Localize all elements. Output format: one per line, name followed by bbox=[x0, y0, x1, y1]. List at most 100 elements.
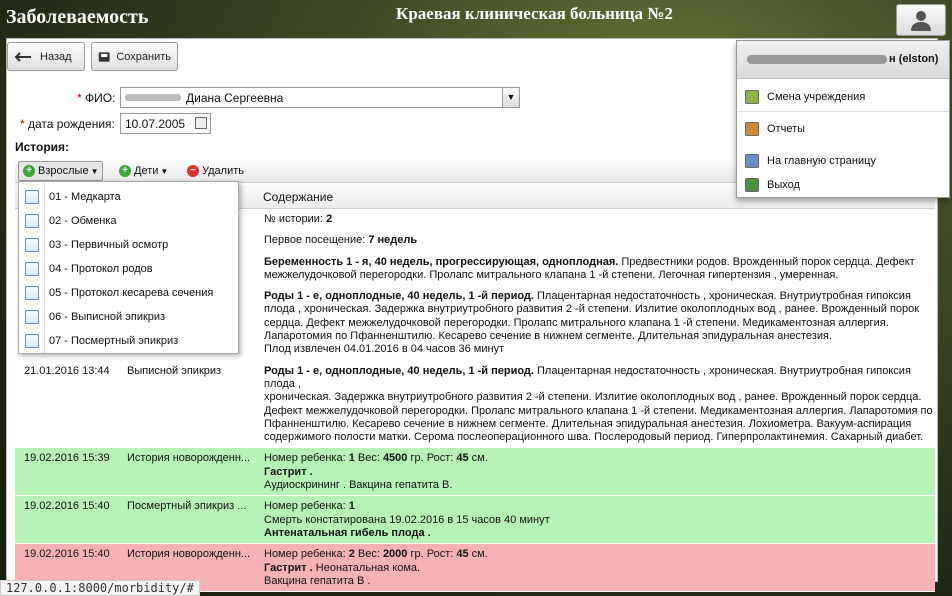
birth-date-field[interactable]: 10.07.2005 bbox=[120, 113, 211, 134]
content-text: см. bbox=[468, 452, 488, 465]
content-text: гр. Рост: bbox=[407, 452, 457, 465]
content-line: Дефект межжелудочковой перегородки. Прол… bbox=[264, 405, 939, 418]
report-icon bbox=[745, 122, 759, 136]
user-menu-item[interactable]: Выход bbox=[737, 174, 949, 196]
content-text: межжелудочковой перегородки. Пролапс мит… bbox=[264, 268, 839, 281]
content-bold-text: Гастрит . bbox=[264, 561, 313, 574]
row-content: Номер ребенка: 2 Вес: 2000 гр. Рост: 45 … bbox=[264, 548, 939, 588]
fio-value: Диана Сергеевна bbox=[186, 90, 284, 105]
remove-icon: − bbox=[187, 165, 199, 177]
save-button[interactable]: Сохранить bbox=[91, 42, 178, 71]
row-date: 21.01.2016 13:44 bbox=[24, 364, 110, 377]
caret-down-icon: ▼ bbox=[160, 166, 169, 176]
dropdown-item[interactable]: 07 - Посмертный эпикриз bbox=[19, 329, 238, 353]
content-line: Аудиоскрининг . Вакцина гепатита В. bbox=[264, 479, 939, 492]
content-bold-text: 1 bbox=[348, 500, 355, 513]
building-icon bbox=[745, 90, 759, 104]
content-bold-text: Роды 1 - е, одноплодные, 40 недель, 1 -й… bbox=[264, 364, 534, 377]
content-bold-text: 7 недель bbox=[368, 234, 418, 247]
content-bold-text: 45 bbox=[456, 452, 469, 465]
content-line: Вакцина гепатита В . bbox=[264, 575, 939, 588]
row-content: Беременность 1 - я, 40 недель, прогресси… bbox=[264, 256, 939, 283]
user-menu-item[interactable]: На главную страницу bbox=[737, 150, 949, 172]
content-text: Аудиоскрининг . Вакцина гепатита В. bbox=[264, 479, 453, 492]
row-type: Посмертный эпикриз ... bbox=[127, 500, 247, 513]
table-row[interactable]: 19.02.2016 15:40 Посмертный эпикриз ... Но… bbox=[15, 496, 935, 545]
row-content: Номер ребенка: 1 Вес: 4500 гр. Рост: 45 … bbox=[264, 452, 939, 492]
document-icon bbox=[25, 190, 39, 204]
header: Заболеваемость Краевая клиническая больн… bbox=[0, 0, 952, 38]
content-line: содержимого полости матки. Серома послео… bbox=[264, 431, 939, 444]
adults-label: Взрослые bbox=[38, 165, 89, 177]
column-header-content: Содержание bbox=[263, 190, 334, 204]
delete-button[interactable]: − Удалить bbox=[183, 161, 248, 181]
dropdown-item[interactable]: 02 - Обменка bbox=[19, 209, 238, 233]
fio-label: * ФИО: bbox=[77, 91, 116, 105]
children-dropdown-button[interactable]: + Дети ▼ bbox=[115, 161, 172, 181]
document-icon bbox=[25, 310, 39, 324]
content-line: Гастрит . Неонатальная кома. bbox=[264, 562, 939, 575]
save-label: Сохранить bbox=[116, 50, 171, 63]
user-icon bbox=[911, 11, 931, 31]
content-line: Номер ребенка: 1 Вес: 4500 гр. Рост: 45 … bbox=[264, 452, 939, 465]
chevron-down-icon[interactable]: ▼ bbox=[502, 88, 519, 107]
user-menu-item-label: Выход bbox=[767, 179, 800, 191]
dropdown-item-label: 03 - Первичный осмотр bbox=[49, 239, 169, 251]
content-text: содержимого полости матки. Серома послео… bbox=[264, 431, 924, 444]
children-label: Дети bbox=[134, 165, 159, 177]
content-line: Номер ребенка: 1 bbox=[264, 500, 939, 513]
content-line: Гастрит . bbox=[264, 466, 939, 479]
content-bold-text: Гастрит . bbox=[264, 465, 313, 478]
dropdown-item[interactable]: 04 - Протокол родов bbox=[19, 257, 238, 281]
dropdown-item[interactable]: 06 - Выписной эпикриз bbox=[19, 305, 238, 329]
content-bold-text: Антенатальная гибель плода . bbox=[264, 526, 431, 539]
content-text: Лапаротомия по Пфанненштилю. Кесарево се… bbox=[264, 330, 833, 343]
user-menu-item[interactable]: Смена учреждения bbox=[737, 86, 949, 108]
redacted-surname bbox=[125, 94, 181, 101]
content-text: Пфанненштилю. Кесарево сечение в нижнем … bbox=[264, 417, 912, 430]
content-line: Беременность 1 - я, 40 недель, прогресси… bbox=[264, 256, 939, 269]
content-line: сердца. Дефект межжелудочковой перегород… bbox=[264, 317, 939, 330]
back-button[interactable]: Назад bbox=[7, 42, 85, 71]
user-menu-item[interactable]: Отчеты bbox=[737, 118, 949, 140]
adults-dropdown-button[interactable]: + Взрослые ▼ bbox=[18, 161, 104, 181]
table-row[interactable]: 21.01.2016 13:44 Выписной эпикриз Роды 1 -… bbox=[15, 361, 935, 449]
home-icon bbox=[745, 154, 759, 168]
table-row[interactable]: 19.02.2016 15:39 История новорожденн... Но… bbox=[15, 448, 935, 497]
user-menu-header: н (elston) bbox=[737, 41, 949, 79]
dropdown-item[interactable]: 05 - Протокол кесарева сечения bbox=[19, 281, 238, 305]
dropdown-item-label: 05 - Протокол кесарева сечения bbox=[49, 287, 214, 299]
content-text: Номер ребенка: bbox=[264, 500, 349, 513]
document-icon bbox=[25, 238, 39, 252]
fio-select[interactable]: Диана Сергеевна ▼ bbox=[120, 87, 520, 108]
content-text: Дефект межжелудочковой перегородки. Прол… bbox=[264, 404, 933, 417]
row-content: № истории: 2 bbox=[264, 213, 939, 226]
document-icon bbox=[25, 286, 39, 300]
redacted-username bbox=[747, 55, 887, 64]
content-line: хроническая. Задержка внутриутробного ра… bbox=[264, 391, 939, 404]
save-icon bbox=[98, 51, 110, 62]
calendar-icon[interactable] bbox=[195, 117, 207, 129]
row-content: Номер ребенка: 1 Смерть констатирована 19… bbox=[264, 500, 939, 540]
content-text: Номер ребенка: bbox=[264, 452, 349, 465]
content-text: сердца. Дефект межжелудочковой перегород… bbox=[264, 316, 889, 329]
back-arrow-icon bbox=[14, 51, 31, 62]
delete-label: Удалить bbox=[202, 165, 244, 177]
content-line: Номер ребенка: 2 Вес: 2000 гр. Рост: 45 … bbox=[264, 548, 939, 561]
user-menu-button[interactable] bbox=[896, 4, 946, 36]
dropdown-item-label: 04 - Протокол родов bbox=[49, 263, 153, 275]
content-bold-text: Роды 1 - е, одноплодные, 40 недель, 1 -й… bbox=[264, 290, 534, 303]
user-menu-item-label: На главную страницу bbox=[767, 155, 876, 167]
content-line: Роды 1 - е, одноплодные, 40 недель, 1 -й… bbox=[264, 290, 939, 303]
user-menu: н (elston) Смена учреждения Отчеты На глав… bbox=[736, 40, 950, 198]
content-bold-text: 2000 bbox=[382, 548, 408, 561]
content-text: Предвестники родов. Врожденный порок сер… bbox=[618, 255, 915, 268]
dropdown-item[interactable]: 03 - Первичный осмотр bbox=[19, 233, 238, 257]
dropdown-item-label: 02 - Обменка bbox=[49, 215, 117, 227]
document-icon bbox=[25, 262, 39, 276]
row-type: Выписной эпикриз bbox=[127, 364, 222, 377]
content-text: Вес: bbox=[354, 548, 383, 561]
row-content: Роды 1 - е, одноплодные, 40 недель, 1 -й… bbox=[264, 365, 939, 445]
username: н (elston) bbox=[889, 53, 939, 65]
dropdown-item[interactable]: 01 - Медкарта bbox=[19, 185, 238, 209]
